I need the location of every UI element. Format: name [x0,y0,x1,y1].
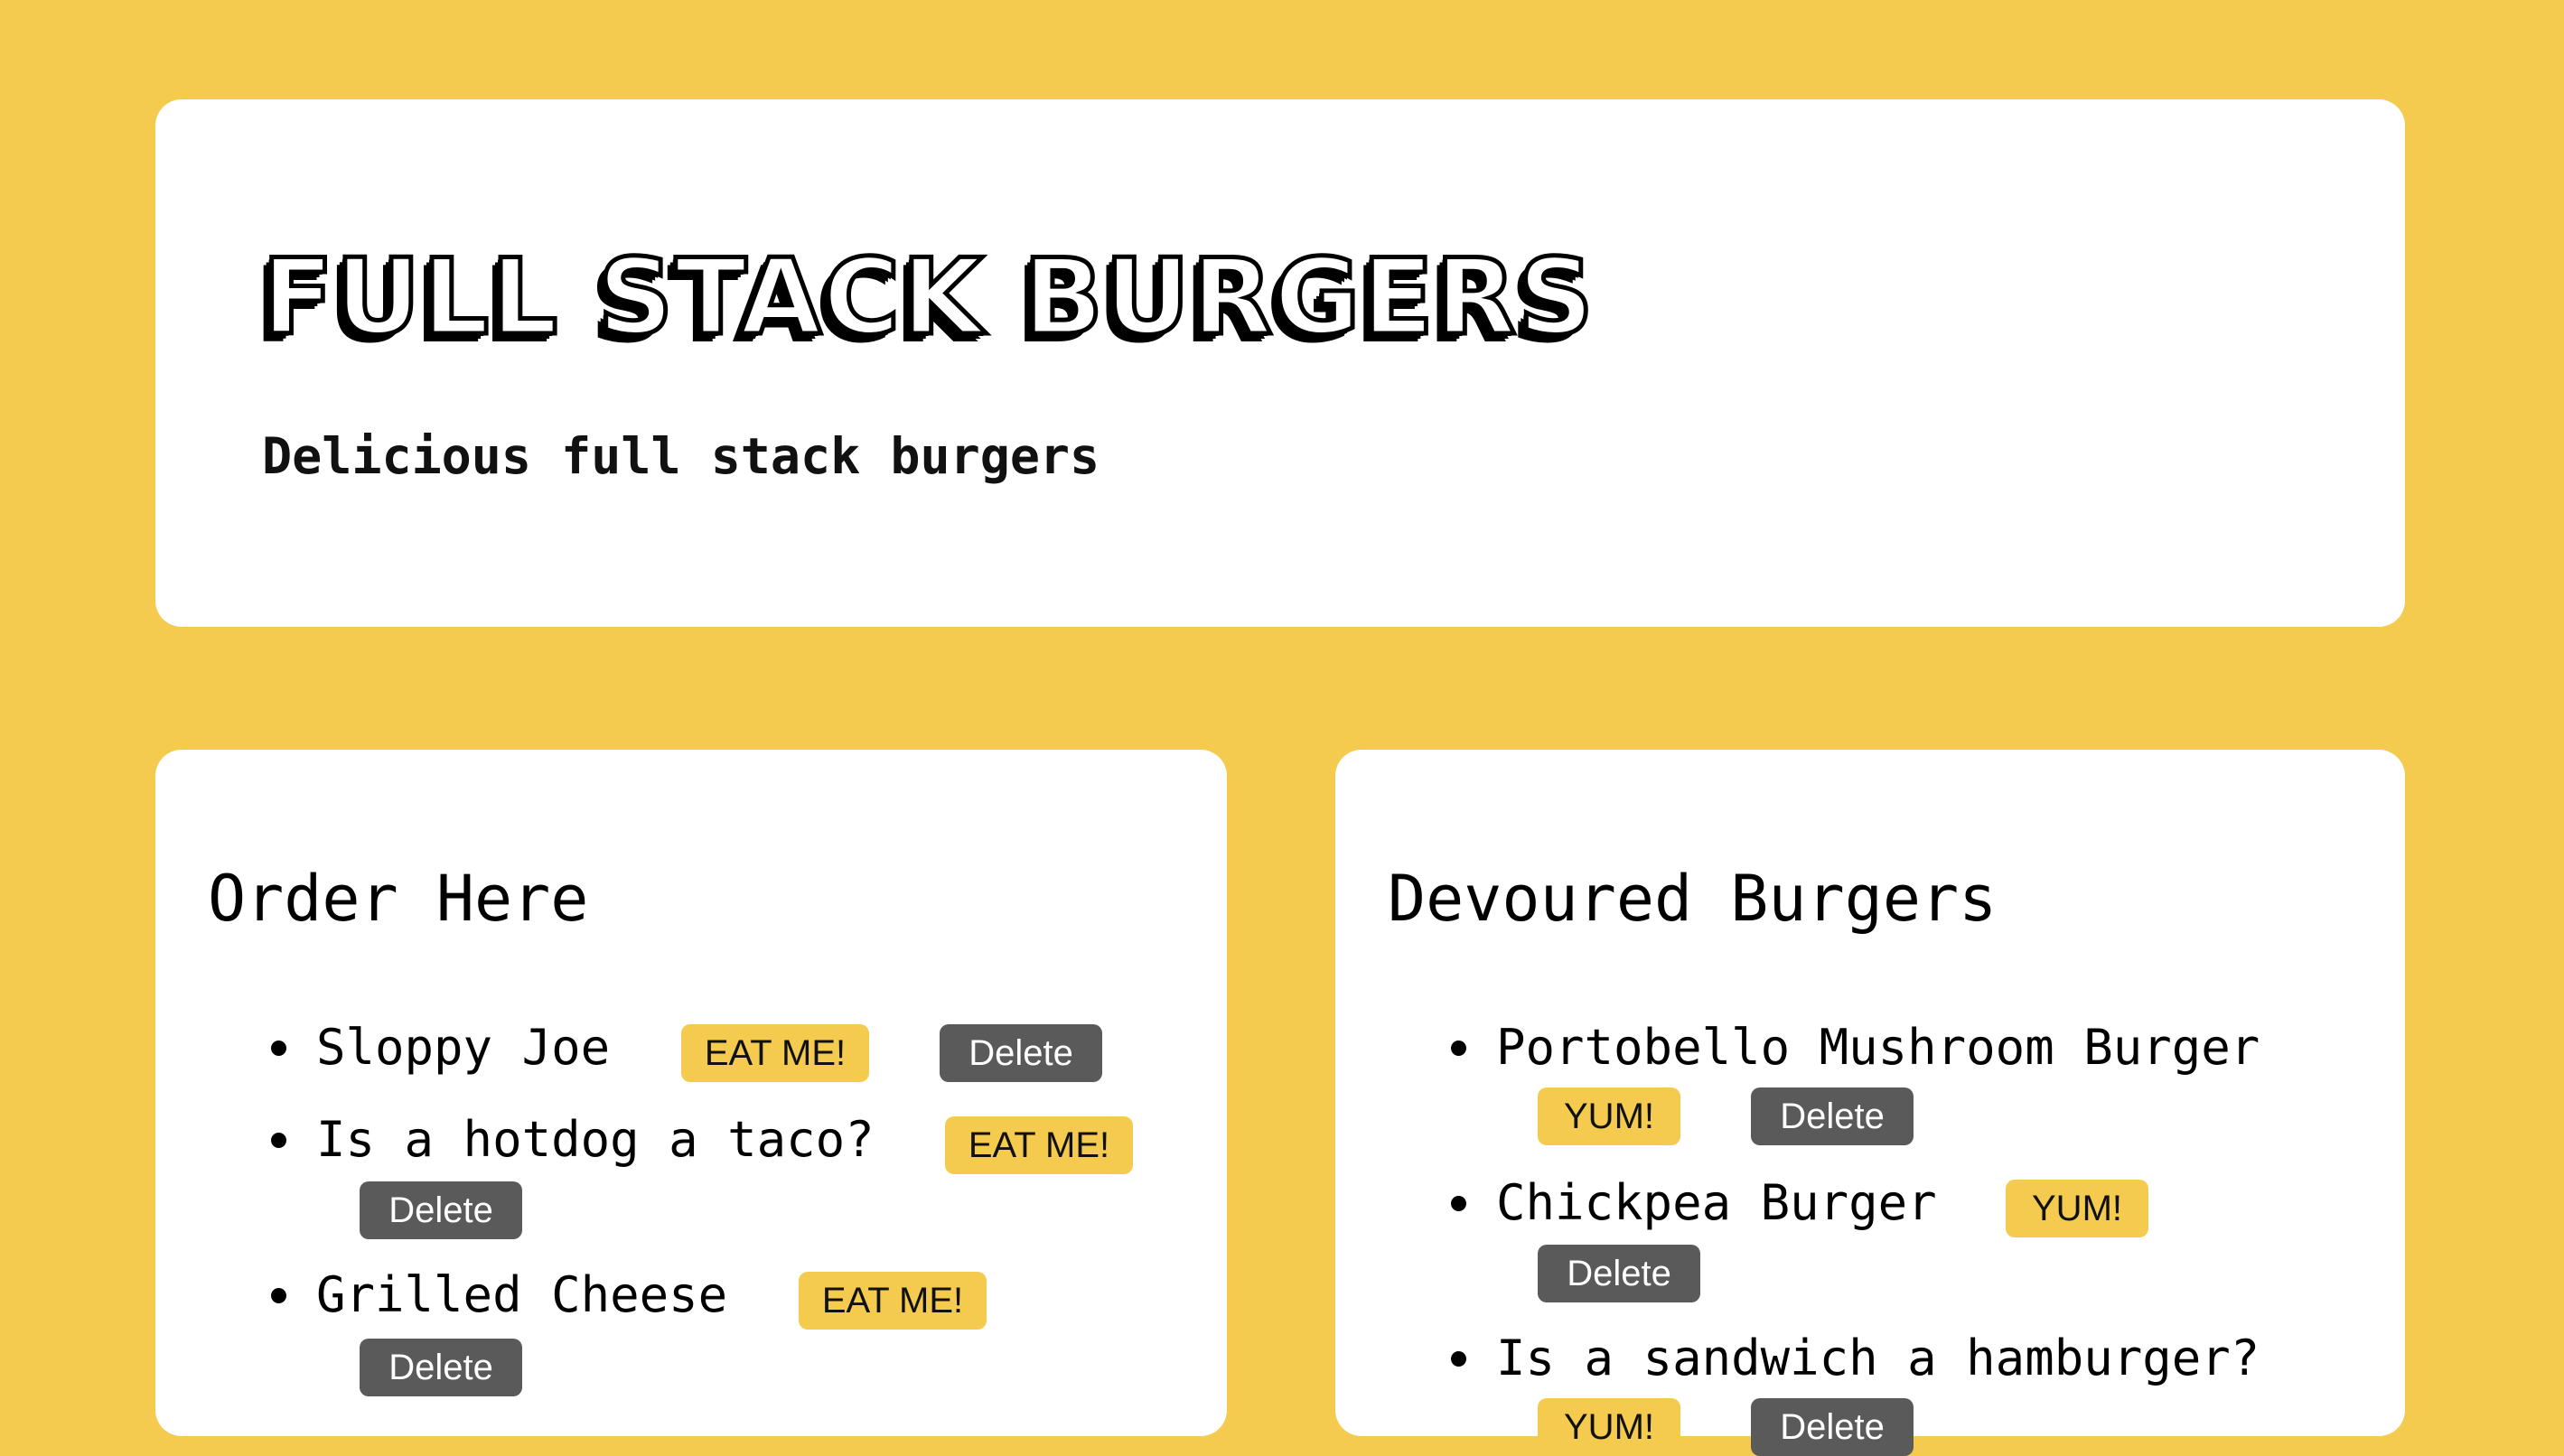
burger-name: Grilled Cheese [316,1266,728,1323]
delete-button[interactable]: Delete [1751,1398,1914,1456]
delete-button[interactable]: Delete [1538,1245,1700,1302]
devoured-panel-title: Devoured Burgers [1388,862,1998,936]
page-subtitle: Delicious full stack burgers [262,427,1100,485]
bullet-icon [1451,1196,1466,1211]
devoured-panel: Devoured Burgers Portobello Mushroom Bur… [1335,750,2405,1456]
bullet-icon [1451,1041,1466,1056]
burger-name: Chickpea Burger [1496,1174,1937,1231]
burger-name: Sloppy Joe [316,1019,611,1076]
delete-button[interactable]: Delete [1751,1087,1914,1145]
burger-name: Is a hotdog a taco? [316,1111,875,1168]
delete-button[interactable]: Delete [940,1024,1102,1082]
eat-me-button[interactable]: EAT ME! [681,1024,869,1082]
bullet-icon [271,1041,286,1056]
burger-name: Is a sandwich a hamburger? [1496,1330,2260,1386]
eat-me-button[interactable]: EAT ME! [945,1116,1133,1174]
bullet-icon [271,1133,286,1148]
yum-button[interactable]: YUM! [2006,1180,2148,1237]
order-panel-title: Order Here [208,862,589,936]
eat-me-button[interactable]: EAT ME! [799,1272,987,1330]
page-title: FULL STACK BURGERS [260,235,1596,361]
delete-button[interactable]: Delete [360,1181,522,1239]
bullet-icon [271,1288,286,1303]
burger-name: Portobello Mushroom Burger [1496,1019,2260,1076]
bullet-icon [1451,1351,1466,1367]
header-card: FULL STACK BURGERS Delicious full stack … [155,99,2405,627]
order-panel: Order Here Sloppy Joe EAT ME! Delete Is … [155,750,1227,1436]
yum-button[interactable]: YUM! [1538,1398,1680,1456]
yum-button[interactable]: YUM! [1538,1087,1680,1145]
delete-button[interactable]: Delete [360,1339,522,1396]
